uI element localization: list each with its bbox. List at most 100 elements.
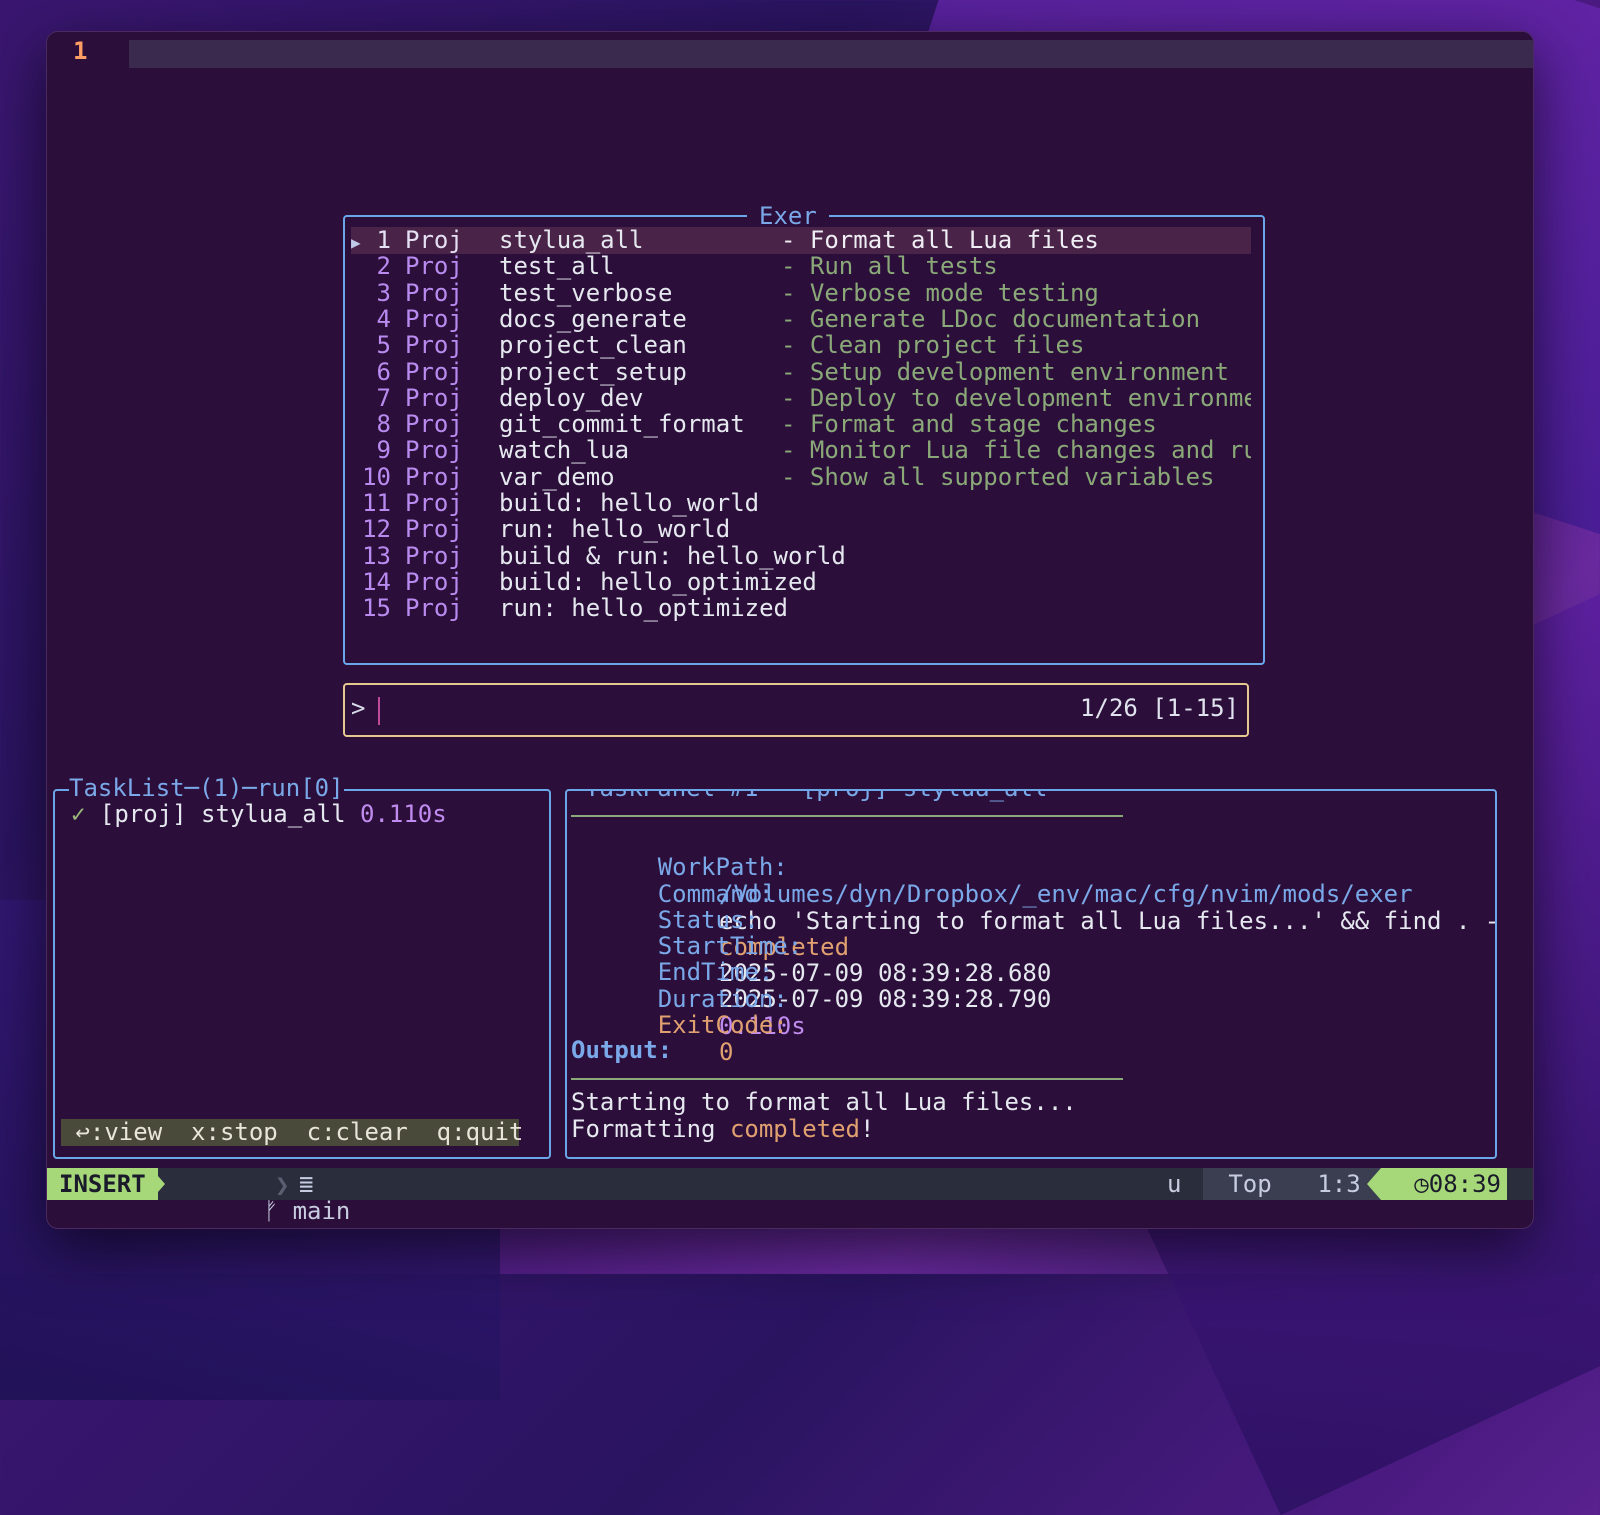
task-type: Proj: [405, 541, 463, 570]
task-name: deploy_dev: [499, 383, 644, 412]
exer-task-row[interactable]: 3 Proj test_verbose - Verbose mode testing: [351, 278, 1251, 307]
mode-indicator: INSERT: [47, 1168, 158, 1200]
scroll-position: Top: [1203, 1168, 1297, 1200]
exer-title: Exer: [747, 203, 829, 230]
exer-task-row[interactable]: 11 Proj build: hello_world: [351, 490, 1251, 517]
task-name: var_demo: [499, 462, 615, 491]
exer-picker: Exer ▶ 1 Proj stylua_all - Format all Lua fi…: [343, 203, 1265, 665]
exer-task-row[interactable]: 12 Proj run: hello_world: [351, 516, 1251, 543]
task-number: 4: [376, 304, 391, 333]
workpath-value: /Volumes/dyn/Dropbox/_env/mac/cfg/nvim/m…: [719, 880, 1413, 908]
task-type: Proj: [405, 278, 463, 307]
task-description: - Show all supported variables: [781, 463, 1215, 491]
task-number: 7: [376, 383, 391, 412]
exer-task-row[interactable]: ▶ 1 Proj stylua_all - Format all Lua files: [351, 227, 1251, 254]
text-cursor: [378, 697, 380, 725]
exer-task-row[interactable]: 4 Proj docs_generate - Generate LDoc docume…: [351, 304, 1251, 333]
task-type: Proj: [405, 462, 463, 491]
task-number: 1: [376, 226, 391, 254]
tab-number[interactable]: 1: [73, 38, 87, 65]
task-number: 3: [376, 278, 391, 307]
tabline: 1: [47, 32, 1533, 70]
branch-name: main: [292, 1197, 351, 1225]
task-name: build: hello_world: [499, 489, 760, 517]
task-description: - Deploy to development environmen: [781, 384, 1251, 412]
task-number: 5: [376, 331, 391, 360]
task-description: - Clean project files: [781, 332, 1085, 360]
task-description: - Format and stage changes: [781, 411, 1157, 439]
lines-icon: ≣: [299, 1170, 314, 1198]
exer-task-row[interactable]: 10 Proj var_demo - Show all supported varia…: [351, 462, 1251, 491]
task-name: stylua_all: [499, 226, 644, 254]
git-branch: ᚠ main: [177, 1171, 351, 1228]
output-text: Formatting: [571, 1115, 730, 1143]
encoding-indicator: u: [1167, 1170, 1182, 1198]
task-type: Proj: [405, 515, 463, 544]
task-list-title: TaskList─(1)─run[0]: [69, 774, 344, 802]
exer-task-row[interactable]: 2 Proj test_all - Run all tests: [351, 253, 1251, 280]
task-name: git_commit_format: [499, 410, 745, 439]
task-type: Proj: [405, 410, 463, 439]
task-number: 11: [362, 489, 391, 517]
output-line: Starting to format all Lua files...: [571, 1088, 1077, 1116]
output-text: !: [860, 1115, 875, 1143]
output-status: completed: [729, 1115, 860, 1143]
task-number: 10: [362, 462, 391, 491]
task-type: Proj: [405, 489, 463, 517]
exer-task-row[interactable]: 13 Proj build & run: hello_world: [351, 541, 1251, 570]
task-name: watch_lua: [499, 436, 630, 465]
divider: [571, 815, 1123, 817]
task-type: Proj: [405, 567, 463, 596]
picker-search-prompt[interactable]: > 1/26 [1-15]: [343, 683, 1249, 737]
keybinding-text: ↩:view x:stop c:clear q:quit: [75, 1118, 524, 1146]
task-name: test_all: [499, 252, 615, 281]
exitcode-value: 0: [719, 1038, 734, 1066]
task-description: - Verbose mode testing: [781, 279, 1099, 307]
task-type: Proj: [405, 383, 463, 412]
clock-icon: ◷: [1414, 1170, 1429, 1198]
task-number: 15: [362, 594, 391, 623]
status-line: INSERT ᚠ main ❯ ≣ u Top 1:3 ◷08:39: [47, 1168, 1533, 1225]
command-value: echo 'Starting to format all Lua files..…: [719, 907, 1497, 935]
task-description: - Generate LDoc documentation: [781, 305, 1201, 333]
divider: [571, 1078, 1123, 1080]
prompt-char: >: [351, 694, 366, 722]
keybinding-hints: ↩:view x:stop c:clear q:quit: [61, 1119, 523, 1146]
task-type: Proj: [405, 594, 463, 623]
task-number: 14: [362, 567, 391, 596]
task-description: - Format all Lua files: [781, 227, 1099, 254]
task-number: 6: [376, 357, 391, 386]
task-list-item[interactable]: ✓ [proj] stylua_all 0.110s: [71, 801, 447, 828]
task-description: - Setup development environment: [781, 358, 1229, 386]
separator-arrow: ❯: [275, 1171, 290, 1199]
exer-task-row[interactable]: 6 Proj project_setup - Setup development en…: [351, 357, 1251, 386]
task-name: test_verbose: [499, 278, 673, 307]
task-number: 2: [376, 252, 391, 281]
task-name: project_clean: [499, 331, 687, 360]
task-name: build & run: hello_world: [499, 541, 846, 570]
task-description: - Run all tests: [781, 253, 998, 281]
clock: ◷08:39: [1381, 1168, 1507, 1200]
output-label: Output:: [571, 1036, 673, 1064]
task-type: Proj: [405, 252, 463, 281]
task-type: Proj: [405, 357, 463, 386]
task-name: [proj] stylua_all: [99, 800, 346, 828]
task-duration: 0.110s: [360, 800, 447, 828]
tab-bar[interactable]: [129, 40, 1533, 68]
task-panel-title: TaskPanel #1 - [proj] stylua_all: [585, 791, 1048, 802]
task-type: Proj: [405, 436, 463, 465]
exer-task-row[interactable]: 8 Proj git_commit_format - Format and stage…: [351, 411, 1251, 438]
git-branch-icon: ᚠ: [263, 1197, 279, 1225]
match-count: 1/26 [1-15]: [1080, 694, 1239, 722]
exer-task-row[interactable]: 14 Proj build: hello_optimized: [351, 567, 1251, 596]
terminal-window: 1 Exer ▶ 1 Proj stylua_all - Format all Lua …: [46, 31, 1534, 1229]
exer-task-row[interactable]: 15 Proj run: hello_optimized: [351, 595, 1251, 622]
separator-arrow: [1367, 1168, 1381, 1200]
task-type: Proj: [405, 304, 463, 333]
task-number: 12: [362, 515, 391, 544]
exer-task-row[interactable]: 9 Proj watch_lua - Monitor Lua file changes…: [351, 437, 1251, 464]
exer-task-row[interactable]: 5 Proj project_clean - Clean project files: [351, 332, 1251, 359]
exitcode-label: ExitCode:: [657, 1011, 788, 1039]
exer-task-row[interactable]: 7 Proj deploy_dev - Deploy to development e…: [351, 383, 1251, 412]
task-list-panel: TaskList─(1)─run[0] ✓ [proj] stylua_all …: [53, 775, 551, 1159]
